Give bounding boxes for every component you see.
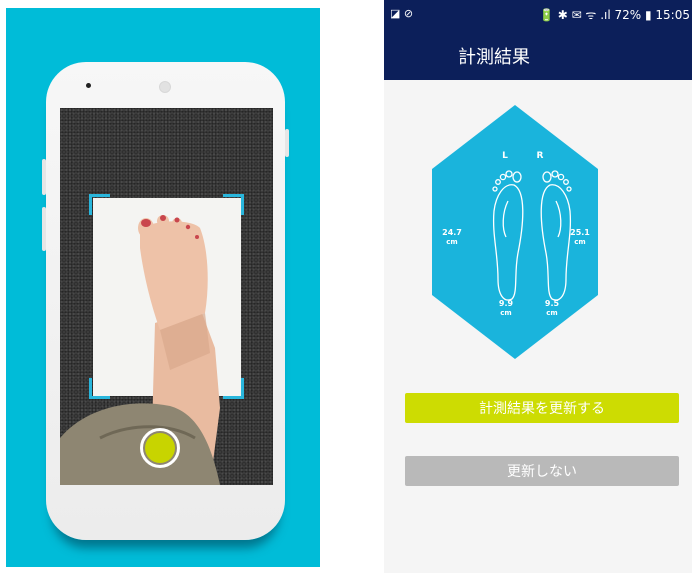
left-width-value: 9.9 [499,299,514,308]
update-result-button[interactable]: 計測結果を更新する [405,393,679,423]
left-length-unit: cm [446,238,457,246]
left-length-value: 24.7 [442,228,462,237]
right-length-value: 25.1 [570,228,590,237]
phone-mockup [42,62,289,540]
frame-corner-bottom-left [89,378,110,399]
frame-corner-top-left [89,194,110,215]
frame-corner-top-right [223,194,244,215]
app-bar: 計測結果 [384,28,692,80]
right-width-value: 9.5 [545,299,560,308]
status-bar-right-info: 🔋 ✱ ✉ ᯤ .ıl 72% ▮ 15:05 [538,8,690,22]
status-bar-left-icons: ◪ ⊘ [390,7,414,20]
big-toe-nail [141,219,151,227]
right-foot-label: R [537,151,544,161]
shutter-inner-circle [145,433,175,463]
camera-viewfinder [60,108,273,485]
result-screen: ◪ ⊘ 🔋 ✱ ✉ ᯤ .ıl 72% ▮ 15:05 計測結果 L R 24.… [384,0,692,573]
promo-background [6,8,320,567]
toe-5-nail [195,235,199,239]
frame-corner-bottom-right [223,378,244,399]
phone-front-camera [159,81,171,93]
left-foot-label: L [502,151,508,161]
phone-power-button [285,129,289,157]
phone-side-button [42,207,46,251]
measurement-hexagon: L R 24.7 cm 25.1 cm 9.9 cm 9.5 cm [430,103,600,361]
right-width-unit: cm [546,309,557,317]
toe-4-nail [185,224,191,230]
toe-2-nail [160,215,166,221]
page-title: 計測結果 [458,47,530,68]
phone-volume-button [42,159,46,195]
skip-update-button[interactable]: 更新しない [405,456,679,486]
shutter-button[interactable] [140,428,180,468]
toe-3-nail [174,217,180,223]
phone-sensor-dot [86,83,91,88]
left-width-unit: cm [500,309,511,317]
right-length-unit: cm [574,238,585,246]
status-bar: ◪ ⊘ 🔋 ✱ ✉ ᯤ .ıl 72% ▮ 15:05 [384,0,692,28]
